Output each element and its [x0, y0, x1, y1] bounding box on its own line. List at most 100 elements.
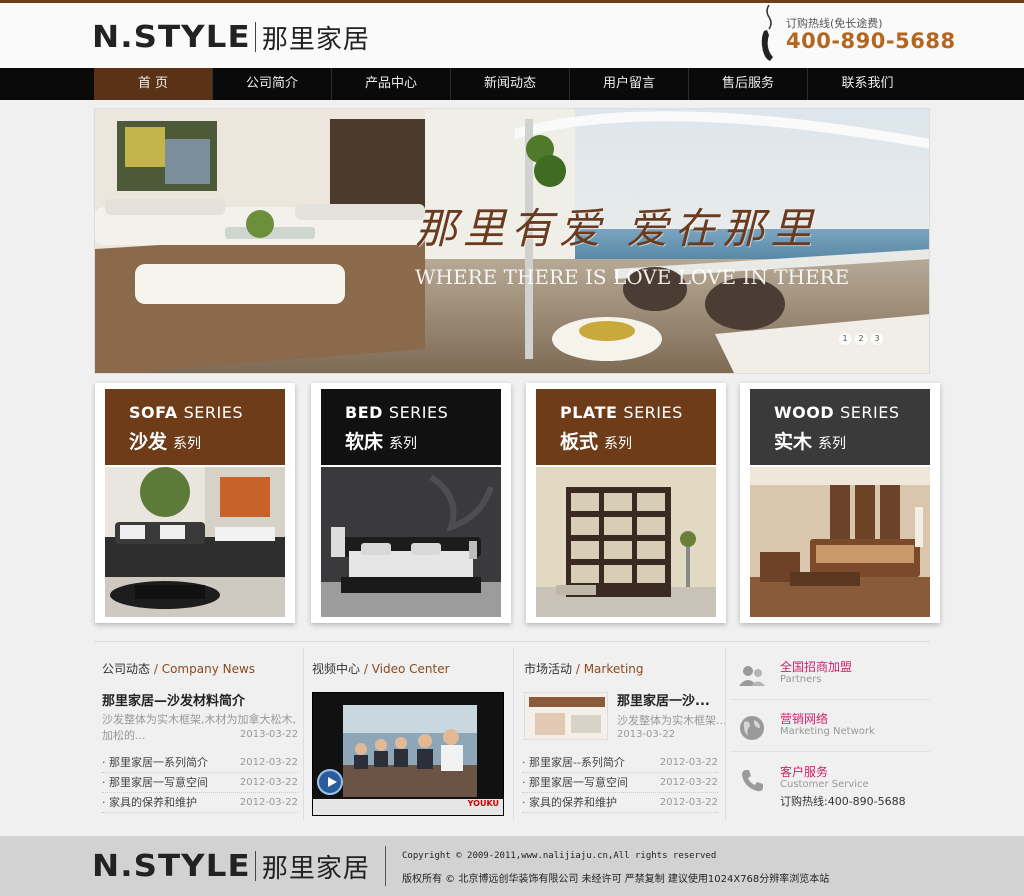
footer-logo[interactable]: N.STYLE 那里家居: [92, 848, 370, 884]
series-header: PLATE SERIES 板式 系列: [536, 389, 716, 465]
main-nav: 首 页 公司简介 产品中心 新闻动态 用户留言 售后服务 联系我们: [0, 68, 1024, 100]
marketing-description: 沙发整体为实木框架...: [617, 714, 727, 727]
users-icon: [739, 666, 765, 686]
header: N.STYLE 那里家居 订购热线(免长途费) 400-890-5688: [0, 3, 1024, 68]
footer-logo-cn: 那里家居: [261, 853, 370, 884]
list-item-date: 2012-03-22: [659, 777, 718, 788]
list-item-date: 2012-03-22: [239, 757, 298, 768]
banner-dot-2[interactable]: 2: [855, 333, 867, 345]
list-item-date: 2012-03-22: [659, 797, 718, 808]
column-separator: [303, 648, 304, 820]
column-separator: [725, 648, 726, 820]
footer-logo-divider: [254, 851, 256, 881]
series-cn-suffix: 系列: [389, 436, 418, 452]
series-en-suffix: SERIES: [623, 403, 683, 422]
nav-service[interactable]: 售后服务: [689, 68, 808, 100]
series-card-bed[interactable]: BED SERIES 软床 系列: [311, 383, 511, 623]
marketing-title[interactable]: 市场活动 / Marketing: [524, 660, 644, 677]
series-cn: 软床: [345, 431, 384, 453]
list-item[interactable]: · 那里家居--系列简介 2012-03-22: [522, 753, 718, 773]
hotline-number: 400-890-5688: [786, 29, 956, 53]
play-icon[interactable]: [317, 769, 343, 795]
nav-contact[interactable]: 联系我们: [808, 68, 927, 100]
series-cn: 板式: [560, 431, 599, 453]
logo-en: N.STYLE: [92, 19, 251, 55]
series-card-plate[interactable]: PLATE SERIES 板式 系列: [526, 383, 726, 623]
list-item[interactable]: · 家具的保养和维护 2012-03-22: [522, 793, 718, 813]
network-title: 营销网络: [780, 712, 829, 726]
video-center-title-cn: 视频中心: [312, 662, 361, 676]
globe-icon: [740, 716, 764, 740]
marketing-list: · 那里家居--系列简介 2012-03-22 · 那里家居一写意空间 2012-0…: [522, 753, 718, 813]
series-en: PLATE: [560, 403, 618, 422]
marketing-thumbnail[interactable]: [524, 692, 608, 740]
footer-rights: 版权所有 © 北京博远创华装饰有限公司 未经许可 严禁复制 建议使用1024X7…: [402, 874, 830, 885]
list-item[interactable]: · 家具的保养和维护 2012-03-22: [102, 793, 298, 813]
list-item[interactable]: · 那里家居一写意空间 2012-03-22: [522, 773, 718, 793]
nav-home[interactable]: 首 页: [94, 68, 213, 100]
nav-about[interactable]: 公司简介: [213, 68, 332, 100]
phone-icon: [742, 770, 763, 792]
footer-copyright: Copyright © 2009-2011,www.nalijiaju.cn,A…: [402, 851, 717, 861]
series-cn: 实木: [774, 431, 813, 453]
bookshelf-image: [536, 467, 716, 617]
wood-furniture-image: [750, 467, 930, 617]
section-divider: [94, 641, 930, 642]
list-item-text: · 那里家居一写意空间: [522, 776, 628, 789]
series-card-sofa[interactable]: SOFA SERIES 沙发 系列: [95, 383, 295, 623]
list-item[interactable]: · 那里家居一写意空间 2012-03-22: [102, 773, 298, 793]
list-item-text: · 家具的保养和维护: [522, 796, 617, 809]
logo-cn: 那里家居: [261, 24, 370, 55]
series-en-suffix: SERIES: [840, 403, 900, 422]
series-cn-suffix: 系列: [818, 436, 847, 452]
nav-products[interactable]: 产品中心: [332, 68, 451, 100]
phone-icon: [761, 5, 773, 61]
list-item-date: 2012-03-22: [239, 797, 298, 808]
network-subtitle: Marketing Network: [780, 726, 875, 737]
marketing-network-link[interactable]: 营销网络 Marketing Network: [730, 702, 930, 752]
list-item-text: · 家具的保养和维护: [102, 796, 197, 809]
footer: N.STYLE 那里家居 Copyright © 2009-2011,www.n…: [0, 836, 1024, 896]
logo-divider: [254, 22, 256, 52]
partners-link[interactable]: 全国招商加盟 Partners: [730, 650, 930, 700]
marketing-title-cn: 市场活动: [524, 662, 573, 676]
series-en: BED: [345, 403, 383, 422]
partners-subtitle: Partners: [780, 674, 822, 685]
video-frame: [343, 705, 477, 797]
news-list: · 那里家居一系列简介 2012-03-22 · 那里家居一写意空间 2012-03…: [102, 753, 298, 813]
list-item-date: 2012-03-22: [659, 757, 718, 768]
video-player[interactable]: YOUKU: [312, 692, 504, 816]
marketing-title-en: / Marketing: [575, 662, 644, 676]
footer-divider: [385, 846, 386, 886]
nav-guestbook[interactable]: 用户留言: [570, 68, 689, 100]
column-separator: [513, 648, 514, 820]
video-center-title-en: / Video Center: [363, 662, 450, 676]
list-item-text: · 那里家居--系列简介: [522, 756, 625, 769]
service-hotline: 订购热线:400-890-5688: [780, 795, 906, 808]
series-en-suffix: SERIES: [183, 403, 243, 422]
series-en: SOFA: [129, 403, 178, 422]
marketing-date: 2013-03-22: [617, 729, 676, 740]
youku-logo: YOUKU: [467, 799, 499, 808]
service-subtitle: Customer Service: [780, 779, 869, 790]
customer-service-link[interactable]: 客户服务 Customer Service 订购热线:400-890-5688: [730, 755, 930, 821]
video-center-title[interactable]: 视频中心 / Video Center: [312, 660, 450, 677]
series-header: WOOD SERIES 实木 系列: [750, 389, 930, 465]
news-headline[interactable]: 那里家居—沙发材料简介: [102, 690, 245, 709]
banner-dot-3[interactable]: 3: [871, 333, 883, 345]
logo[interactable]: N.STYLE 那里家居: [92, 19, 370, 55]
marketing-headline[interactable]: 那里家居一沙...: [617, 690, 710, 709]
hero-banner[interactable]: 那里有爱 爱在那里 WHERE THERE IS LOVE LOVE IN TH…: [94, 108, 930, 374]
list-item[interactable]: · 那里家居一系列简介 2012-03-22: [102, 753, 298, 773]
list-item-text: · 那里家居一写意空间: [102, 776, 208, 789]
news-date: 2013-03-22: [240, 729, 299, 740]
banner-dot-1[interactable]: 1: [839, 333, 851, 345]
company-news-title-en: / Company News: [153, 662, 256, 676]
nav-news[interactable]: 新闻动态: [451, 68, 570, 100]
series-card-wood[interactable]: WOOD SERIES 实木 系列: [740, 383, 940, 623]
series-cn: 沙发: [129, 431, 168, 453]
company-news-title[interactable]: 公司动态 / Company News: [102, 660, 255, 677]
sofa-image: [105, 467, 285, 617]
banner-pager: 1 2 3: [839, 333, 883, 345]
series-en: WOOD: [774, 403, 835, 422]
